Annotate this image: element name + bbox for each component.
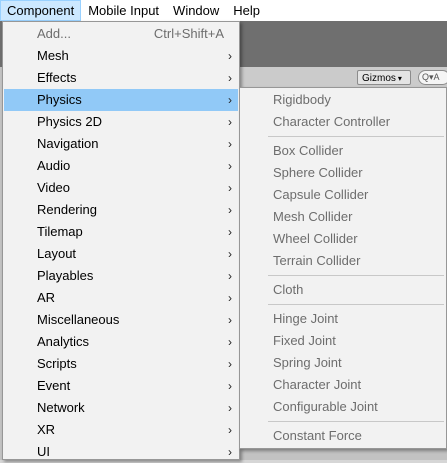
menu-item-label: Network: [37, 400, 85, 415]
chevron-right-icon: ›: [228, 247, 232, 261]
chevron-right-icon: ›: [228, 115, 232, 129]
chevron-right-icon: ›: [228, 401, 232, 415]
submenu-item-hinge-joint[interactable]: Hinge Joint: [273, 308, 338, 330]
menu-item-physics-2d[interactable]: Physics 2D ›: [4, 111, 238, 133]
chevron-right-icon: ›: [228, 423, 232, 437]
chevron-right-icon: ›: [228, 159, 232, 173]
menu-separator: [268, 421, 444, 422]
menu-item-label: Miscellaneous: [37, 312, 120, 327]
submenu-item-capsule-collider[interactable]: Capsule Collider: [273, 184, 368, 206]
menu-item-network[interactable]: Network ›: [4, 397, 238, 419]
chevron-right-icon: ›: [228, 335, 232, 349]
menubar: Component Mobile Input Window Help: [0, 0, 447, 21]
menu-item-scripts[interactable]: Scripts ›: [4, 353, 238, 375]
chevron-right-icon: ›: [228, 379, 232, 393]
menu-item-effects[interactable]: Effects ›: [4, 67, 238, 89]
submenu-item-terrain-collider[interactable]: Terrain Collider: [273, 250, 360, 272]
menu-item-event[interactable]: Event ›: [4, 375, 238, 397]
submenu-item-wheel-collider[interactable]: Wheel Collider: [273, 228, 358, 250]
menu-item-label: Analytics: [37, 334, 90, 349]
menu-separator: [268, 304, 444, 305]
submenu-item-spring-joint[interactable]: Spring Joint: [273, 352, 342, 374]
menu-item-label: Audio: [37, 158, 71, 173]
submenu-item-sphere-collider[interactable]: Sphere Collider: [273, 162, 363, 184]
menu-item-label: Physics 2D: [37, 114, 103, 129]
menu-item-tilemap[interactable]: Tilemap ›: [4, 221, 238, 243]
physics-submenu: Rigidbody Character Controller Box Collide…: [239, 87, 447, 449]
menu-item-label: Mesh: [37, 48, 69, 63]
menu-item-mesh[interactable]: Mesh ›: [4, 45, 238, 67]
scene-search-input[interactable]: Q▾A: [418, 70, 447, 85]
chevron-down-icon: ▾: [397, 74, 402, 83]
gizmos-label: Gizmos: [362, 73, 396, 84]
gizmos-button[interactable]: Gizmos ▾: [357, 70, 411, 85]
menu-item-miscellaneous[interactable]: Miscellaneous ›: [4, 309, 238, 331]
menu-item-label: Tilemap: [37, 224, 83, 239]
chevron-right-icon: ›: [228, 71, 232, 85]
menu-item-label: AR: [37, 290, 56, 305]
chevron-right-icon: ›: [228, 93, 232, 107]
menu-item-label: Physics: [37, 92, 82, 107]
menu-component[interactable]: Component: [0, 0, 82, 21]
menu-separator: [268, 136, 444, 137]
menu-item-xr[interactable]: XR ›: [4, 419, 238, 441]
chevron-right-icon: ›: [228, 225, 232, 239]
menu-item-ar[interactable]: AR ›: [4, 287, 238, 309]
submenu-item-cloth[interactable]: Cloth: [273, 279, 303, 301]
submenu-item-character-joint[interactable]: Character Joint: [273, 374, 361, 396]
menu-item-navigation[interactable]: Navigation ›: [4, 133, 238, 155]
menu-item-audio[interactable]: Audio ›: [4, 155, 238, 177]
submenu-item-box-collider[interactable]: Box Collider: [273, 140, 343, 162]
menu-item-physics[interactable]: Physics ›: [4, 89, 238, 111]
menu-item-label: Navigation: [37, 136, 99, 151]
chevron-right-icon: ›: [228, 313, 232, 327]
chevron-right-icon: ›: [228, 137, 232, 151]
menu-separator: [268, 275, 444, 276]
chevron-right-icon: ›: [228, 203, 232, 217]
submenu-item-rigidbody[interactable]: Rigidbody: [273, 89, 331, 111]
menu-help[interactable]: Help: [226, 0, 267, 21]
chevron-right-icon: ›: [228, 291, 232, 305]
menu-item-playables[interactable]: Playables ›: [4, 265, 238, 287]
menu-item-label: Layout: [37, 246, 77, 261]
submenu-item-character-controller[interactable]: Character Controller: [273, 111, 390, 133]
submenu-item-configurable-joint[interactable]: Configurable Joint: [273, 396, 378, 418]
search-icon: Q▾A: [422, 72, 440, 82]
chevron-right-icon: ›: [228, 181, 232, 195]
menu-mobile-input[interactable]: Mobile Input: [81, 0, 166, 21]
menu-item-layout[interactable]: Layout ›: [4, 243, 238, 265]
chevron-right-icon: ›: [228, 269, 232, 283]
chevron-right-icon: ›: [228, 49, 232, 63]
menu-item-shortcut: Ctrl+Shift+A: [153, 26, 224, 41]
menu-item-label: Add...: [37, 26, 71, 41]
submenu-item-fixed-joint[interactable]: Fixed Joint: [273, 330, 336, 352]
menu-item-video[interactable]: Video ›: [4, 177, 238, 199]
menu-item-label: Effects: [37, 70, 77, 85]
menu-item-analytics[interactable]: Analytics ›: [4, 331, 238, 353]
chevron-right-icon: ›: [228, 357, 232, 371]
menu-item-label: Rendering: [37, 202, 97, 217]
menu-item-label: Playables: [37, 268, 94, 283]
submenu-item-mesh-collider[interactable]: Mesh Collider: [273, 206, 352, 228]
menu-item-rendering[interactable]: Rendering ›: [4, 199, 238, 221]
scene-view-toolbar: [240, 67, 447, 88]
menu-item-label: Event: [37, 378, 71, 393]
submenu-item-constant-force[interactable]: Constant Force: [273, 425, 362, 447]
menu-item-label: Video: [37, 180, 71, 195]
component-dropdown-menu: Add... Ctrl+Shift+A Mesh › Effects › Physics › P…: [2, 21, 240, 460]
menu-item-label: XR: [37, 422, 56, 437]
menu-item-add: Add... Ctrl+Shift+A: [4, 23, 238, 45]
menu-window[interactable]: Window: [166, 0, 226, 21]
menu-item-label: Scripts: [37, 356, 77, 371]
